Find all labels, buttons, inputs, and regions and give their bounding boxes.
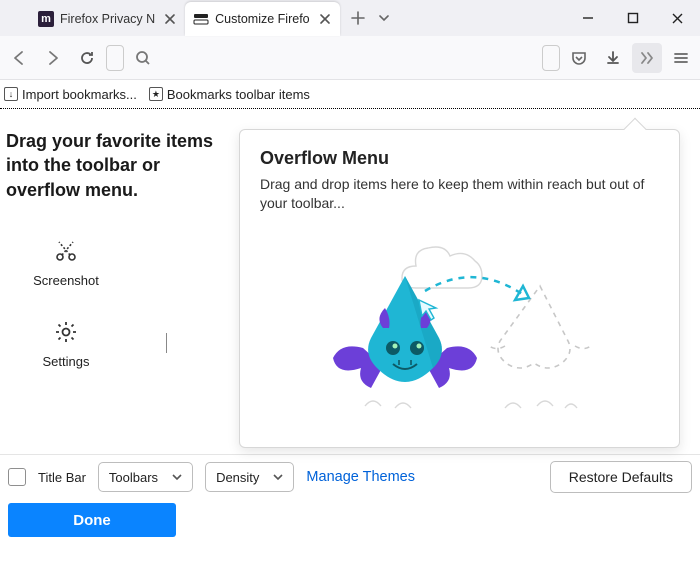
tab-privacy-notice[interactable]: m Firefox Privacy N [30, 2, 185, 36]
bookmarks-items-label: Bookmarks toolbar items [167, 87, 310, 102]
import-bookmarks-label: Import bookmarks... [22, 87, 137, 102]
gear-icon [52, 318, 80, 346]
bookmarks-toolbar[interactable]: ↓ Import bookmarks... ★ Bookmarks toolba… [0, 80, 700, 109]
manage-themes-link[interactable]: Manage Themes [306, 469, 415, 485]
restore-defaults-button[interactable]: Restore Defaults [550, 461, 692, 493]
density-dropdown-label: Density [216, 470, 259, 485]
downloads-button[interactable] [598, 43, 628, 73]
palette-item-screenshot[interactable]: Screenshot [26, 237, 106, 288]
nav-toolbar [0, 36, 700, 80]
back-button[interactable] [4, 43, 34, 73]
reload-button[interactable] [72, 43, 102, 73]
instruction-text: Drag your favorite items into the toolba… [6, 129, 235, 202]
mozilla-favicon-icon: m [38, 11, 54, 27]
close-icon[interactable] [316, 10, 334, 28]
palette-item-label: Screenshot [33, 273, 99, 288]
tabs-dropdown-button[interactable] [372, 11, 396, 25]
app-menu-button[interactable] [666, 43, 696, 73]
tab-customize-firefox[interactable]: Customize Firefo [185, 2, 339, 36]
customize-favicon-icon [193, 11, 209, 27]
tab-label: Firefox Privacy N [60, 12, 155, 26]
overflow-illustration [260, 213, 659, 439]
star-icon: ★ [149, 87, 163, 101]
tab-label: Customize Firefo [215, 12, 309, 26]
title-bar: m Firefox Privacy N Customize Firefo [0, 0, 700, 36]
import-icon: ↓ [4, 87, 18, 101]
close-icon[interactable] [161, 10, 179, 28]
bookmarks-toolbar-items[interactable]: ★ Bookmarks toolbar items [149, 87, 310, 102]
done-button[interactable]: Done [8, 503, 176, 537]
title-bar-label: Title Bar [38, 470, 86, 485]
scissors-icon [52, 237, 80, 265]
tab-strip: m Firefox Privacy N Customize Firefo [0, 0, 565, 36]
separator-icon[interactable] [166, 333, 167, 353]
pocket-button[interactable] [564, 43, 594, 73]
chevron-down-icon [172, 472, 182, 482]
chevron-down-icon [273, 472, 283, 482]
minimize-button[interactable] [565, 0, 610, 36]
forward-button[interactable] [38, 43, 68, 73]
customize-area: Drag your favorite items into the toolba… [0, 109, 700, 454]
overflow-description: Drag and drop items here to keep them wi… [260, 175, 659, 213]
flexible-space-2[interactable] [542, 45, 560, 71]
overflow-title: Overflow Menu [260, 148, 659, 169]
close-window-button[interactable] [655, 0, 700, 36]
palette-item-settings[interactable]: Settings [26, 318, 106, 369]
done-button-label: Done [73, 512, 111, 529]
window-controls [565, 0, 700, 36]
footer-row-2: Done [0, 499, 700, 541]
import-bookmarks-button[interactable]: ↓ Import bookmarks... [4, 87, 137, 102]
toolbars-dropdown-label: Toolbars [109, 470, 158, 485]
palette-items: Screenshot Settings [6, 237, 235, 369]
toolbars-dropdown[interactable]: Toolbars [98, 462, 193, 492]
panel-arrow-icon [624, 118, 647, 141]
restore-defaults-label: Restore Defaults [569, 469, 673, 485]
overflow-menu-button[interactable] [632, 43, 662, 73]
palette-item-label: Settings [43, 354, 90, 369]
customize-palette: Drag your favorite items into the toolba… [0, 129, 235, 448]
flexible-space-1[interactable] [106, 45, 124, 71]
footer-row-1: Title Bar Toolbars Density Manage Themes… [0, 455, 700, 499]
density-dropdown[interactable]: Density [205, 462, 294, 492]
title-bar-checkbox[interactable] [8, 468, 26, 486]
overflow-menu-panel[interactable]: Overflow Menu Drag and drop items here t… [239, 129, 680, 448]
search-icon[interactable] [128, 43, 158, 73]
new-tab-button[interactable] [344, 4, 372, 32]
maximize-button[interactable] [610, 0, 655, 36]
customize-footer: Title Bar Toolbars Density Manage Themes… [0, 454, 700, 544]
